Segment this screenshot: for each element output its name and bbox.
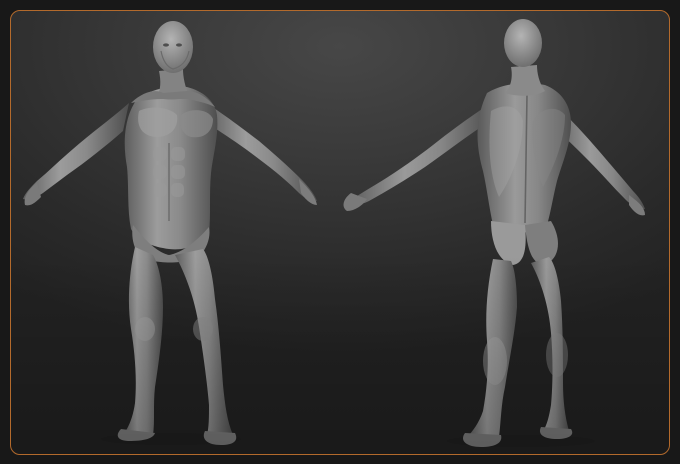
- sculpt-render: [23, 19, 645, 447]
- front-view-figure: [23, 21, 317, 445]
- render-viewport: [10, 10, 670, 455]
- image-frame: [0, 0, 680, 464]
- back-view-figure: [343, 19, 645, 447]
